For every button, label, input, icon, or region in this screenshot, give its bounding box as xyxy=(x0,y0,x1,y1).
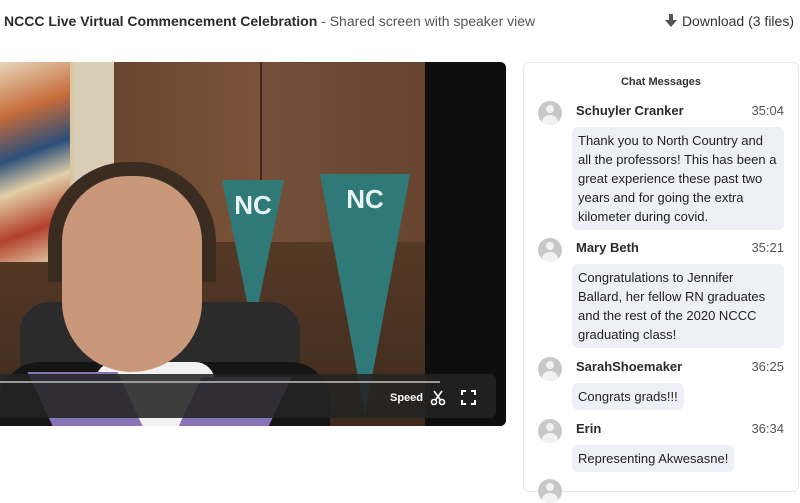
avatar xyxy=(538,479,562,503)
chat-sender: Mary Beth xyxy=(576,240,639,255)
chat-message-partial xyxy=(538,479,788,503)
chat-time[interactable]: 36:34 xyxy=(751,421,784,436)
chat-message: Mary Beth 35:21 Congratulations to Jenni… xyxy=(538,238,788,348)
chat-time[interactable]: 35:21 xyxy=(751,240,784,255)
chat-sender: Erin xyxy=(576,421,602,436)
chat-sender: Schuyler Cranker xyxy=(576,103,684,118)
player-controls: Speed xyxy=(0,374,496,418)
chat-time[interactable]: 35:04 xyxy=(751,103,784,118)
top-bar: NCCC Live Virtual Commencement Celebrati… xyxy=(0,0,800,42)
video-player[interactable]: NC NC Speed xyxy=(0,62,506,426)
download-button[interactable]: Download (3 files) xyxy=(664,13,794,29)
chat-bubble: Thank you to North Country and all the p… xyxy=(572,127,784,230)
chat-message: Schuyler Cranker 35:04 Thank you to Nort… xyxy=(538,101,788,230)
chat-header: Chat Messages xyxy=(620,76,702,88)
chat-message: Erin 36:34 Representing Akwesasne! xyxy=(538,419,788,472)
avatar xyxy=(538,357,562,381)
chat-panel: Chat Messages Schuyler Cranker 35:04 Tha… xyxy=(523,62,799,503)
pennant-small-text: NC xyxy=(234,190,272,220)
avatar xyxy=(538,238,562,262)
progress-bar[interactable] xyxy=(0,381,440,383)
speed-button[interactable]: Speed xyxy=(390,392,423,404)
pennant-large-text: NC xyxy=(346,184,384,214)
recording-title: NCCC Live Virtual Commencement Celebrati… xyxy=(4,13,535,29)
chat-sender: SarahShoemaker xyxy=(576,359,683,374)
chat-time[interactable]: 36:25 xyxy=(751,359,784,374)
recording-title-subtitle: - Shared screen with speaker view xyxy=(321,13,536,29)
chat-bubble: Congratulations to Jennifer Ballard, her… xyxy=(572,264,784,348)
chat-bubble: Congrats grads!!! xyxy=(572,383,684,410)
download-label: Download (3 files) xyxy=(681,13,794,29)
scissors-icon[interactable] xyxy=(430,390,446,406)
video-frame: NC NC xyxy=(0,62,425,426)
recording-title-main: NCCC Live Virtual Commencement Celebrati… xyxy=(4,13,318,29)
chat-message: SarahShoemaker 36:25 Congrats grads!!! xyxy=(538,357,788,410)
chat-bubble: Representing Akwesasne! xyxy=(572,445,735,472)
download-arrow-icon xyxy=(664,14,677,27)
fullscreen-icon[interactable] xyxy=(461,390,476,405)
letterbox xyxy=(425,62,506,426)
avatar xyxy=(538,101,562,125)
avatar xyxy=(538,419,562,443)
